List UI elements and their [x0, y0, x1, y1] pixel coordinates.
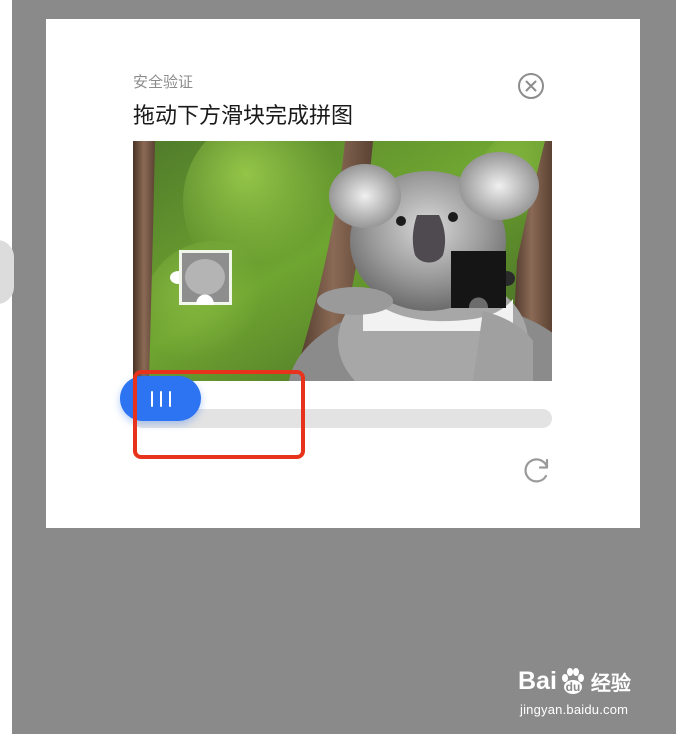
watermark-logo: Bai du u 经验 [518, 664, 631, 698]
close-button[interactable] [517, 72, 545, 100]
baidu-jingyan-watermark: Bai du u 经验 jingyan.baidu.com [518, 664, 658, 724]
captcha-title: 拖动下方滑块完成拼图 [133, 104, 354, 129]
watermark-logo-cn: 经验 [590, 670, 631, 695]
refresh-icon [524, 458, 549, 483]
watermark-logo-text-a: Bai [518, 666, 557, 695]
koala-photo [133, 141, 552, 381]
svg-text:du: du [566, 680, 581, 694]
paw-icon: du [561, 668, 584, 694]
edge-handle [0, 240, 14, 304]
page-left-edge [0, 0, 12, 734]
annotation-highlight-box [133, 370, 305, 459]
close-circle-icon [518, 73, 544, 99]
refresh-button[interactable] [522, 455, 552, 485]
watermark-url: jingyan.baidu.com [520, 702, 629, 717]
captcha-subtitle: 安全验证 [133, 73, 194, 91]
puzzle-image [133, 141, 552, 381]
